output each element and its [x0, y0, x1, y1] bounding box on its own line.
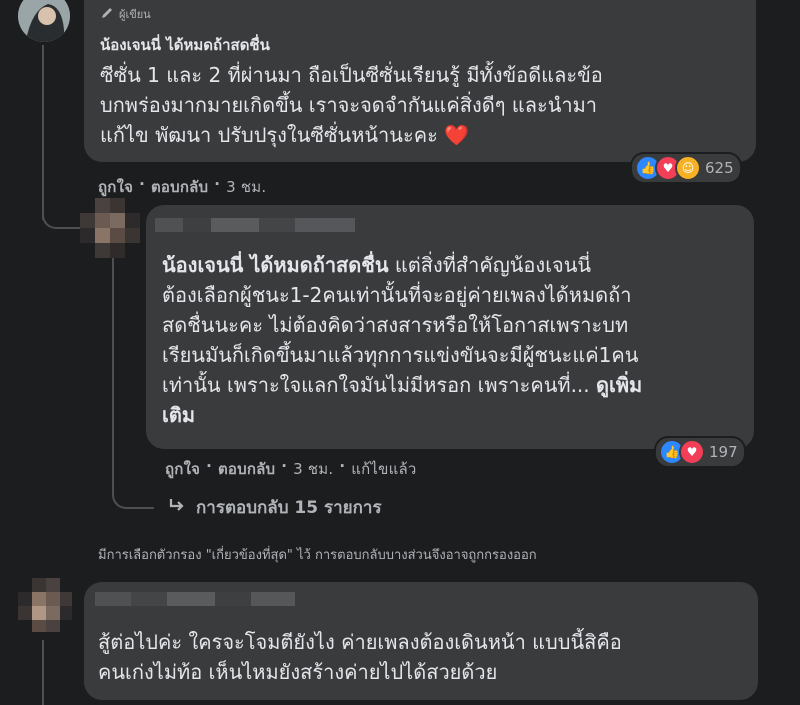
reaction-count: 197 — [709, 443, 738, 461]
comment-actions: ถูกใจ · ตอบกลับ · 3 ชม. — [98, 175, 266, 199]
blurred-author-name[interactable] — [155, 218, 355, 232]
comment-text: ซีซั่น 1 และ 2 ที่ผ่านมา ถือเป็นซีซั่นเร… — [100, 63, 603, 147]
avatar[interactable] — [18, 0, 70, 42]
avatar[interactable] — [80, 198, 140, 258]
like-button[interactable]: ถูกใจ — [165, 457, 200, 481]
reaction-summary[interactable]: 👍 ♥ 197 — [656, 438, 744, 466]
comment-actions: ถูกใจ · ตอบกลับ · 3 ชม. · แก้ไขแล้ว — [165, 457, 416, 481]
view-replies-link[interactable]: การตอบกลับ 15 รายการ — [168, 494, 382, 521]
reply-arrow-icon — [168, 497, 186, 518]
thread-curve — [42, 205, 84, 229]
reply-button[interactable]: ตอบกลับ — [151, 175, 208, 199]
thread-line — [42, 45, 44, 220]
pencil-icon — [100, 6, 114, 23]
mention-link[interactable]: น้องเจนนี่ ได้หมดถ้าสดชื่น — [100, 33, 270, 57]
comment-text: น้องเจนนี่ ได้หมดถ้าสดชื่น แต่สิ่งที่สำค… — [162, 250, 742, 430]
see-more-link[interactable]: เติม — [162, 400, 742, 430]
timestamp[interactable]: 3 ชม. — [226, 175, 266, 199]
author-badge: ผู้เขียน — [100, 5, 151, 23]
care-icon: ☺ — [675, 155, 701, 181]
thread-curve — [112, 485, 154, 509]
reaction-count: 625 — [705, 159, 734, 177]
like-button[interactable]: ถูกใจ — [98, 175, 133, 199]
reaction-summary[interactable]: 👍 ♥ ☺ 625 — [632, 154, 740, 182]
mention-link[interactable]: น้องเจนนี่ ได้หมดถ้าสดชื่น — [162, 253, 389, 277]
thread-line — [42, 640, 44, 705]
comment-text: สู้ต่อไปค่ะ ใครจะโจมตียังไง ค่ายเพลงต้อง… — [98, 630, 622, 684]
see-more-link[interactable]: ดูเพิ่ม — [596, 373, 642, 397]
love-icon: ♥ — [679, 439, 705, 465]
filter-notice: มีการเลือกตัวกรอง "เกี่ยวข้องที่สุด" ไว้… — [98, 548, 537, 563]
edited-label[interactable]: แก้ไขแล้ว — [351, 457, 416, 481]
avatar[interactable] — [18, 578, 72, 632]
timestamp[interactable]: 3 ชม. — [293, 457, 333, 481]
blurred-author-name[interactable] — [95, 592, 295, 606]
reply-button[interactable]: ตอบกลับ — [218, 457, 275, 481]
thread-line — [112, 245, 114, 495]
